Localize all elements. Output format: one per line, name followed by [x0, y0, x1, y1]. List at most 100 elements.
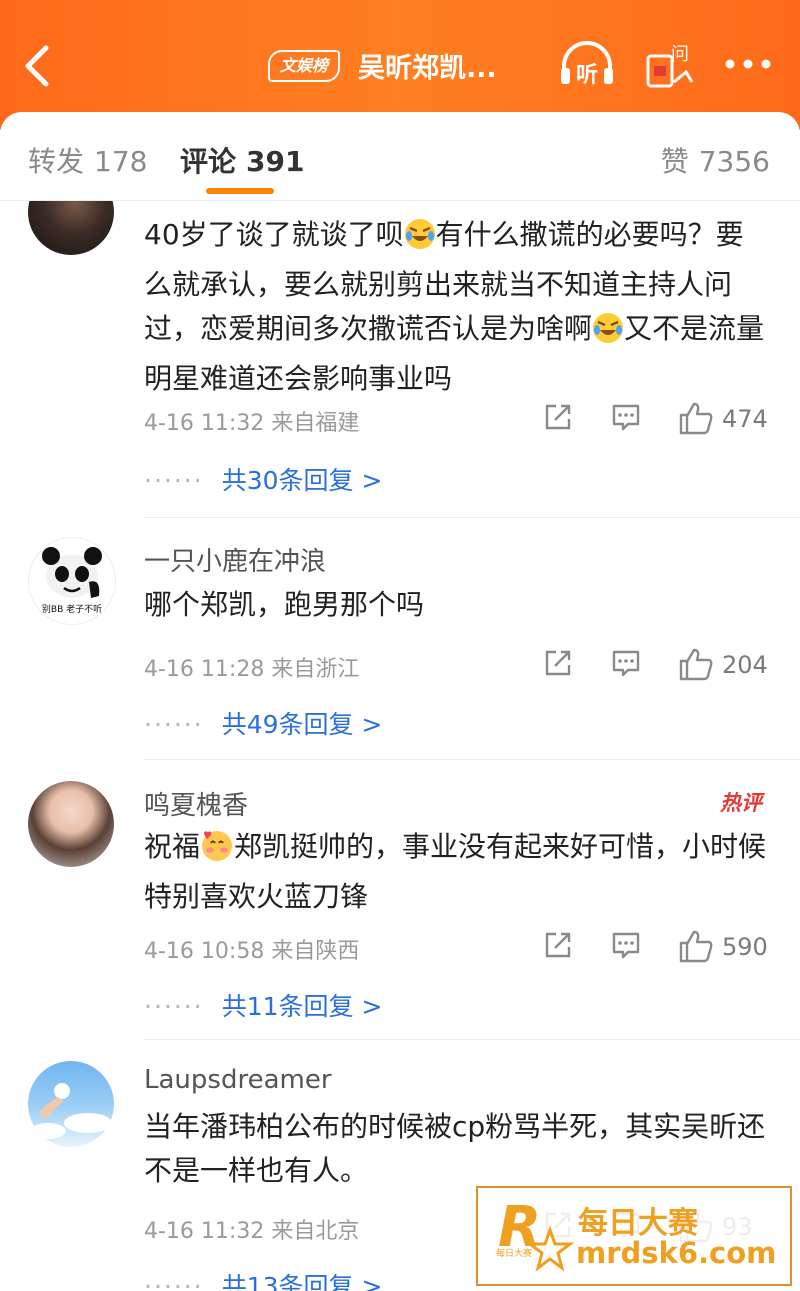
page-title: 吴昕郑凯... [358, 53, 497, 84]
avatar[interactable] [28, 781, 114, 867]
tab-like-label: 赞 [660, 145, 689, 178]
sky-hand-avatar-icon [30, 1083, 112, 1139]
like-count: 590 [722, 933, 768, 961]
view-replies-link[interactable]: ······ 共49条回复 > [144, 705, 382, 741]
avatar[interactable]: 别BB 老子不听 [28, 537, 116, 625]
comment-icon [612, 650, 640, 677]
username[interactable]: 鸣夏槐香 [144, 785, 248, 822]
view-replies-link[interactable]: ······ 共30条回复 > [144, 461, 382, 497]
tab-like[interactable]: 赞 7356 [661, 140, 770, 180]
watermark-overlay: R 每日大赛 每日大赛 mrdsk6.com [476, 1186, 792, 1286]
comment-time: 4-16 11:32 [144, 411, 265, 436]
divider [144, 759, 800, 760]
divider [144, 1039, 800, 1040]
comment-item: 别BB 老子不听 一只小鹿在冲浪 哪个郑凯，跑男那个吗 4-16 11:28 来… [0, 519, 800, 761]
view-replies-link[interactable]: ······ 共11条回复 > [144, 987, 382, 1023]
tab-comment-count: 391 [246, 145, 305, 178]
comment-location: 来自福建 [271, 411, 360, 436]
active-tab-indicator [206, 188, 274, 194]
comment-meta: 4-16 10:58 来自陕西 [144, 933, 359, 965]
replies-text: 共49条回复 > [221, 710, 383, 739]
tab-forward-count: 178 [94, 145, 148, 178]
share-icon [545, 932, 571, 958]
comment-meta: 4-16 11:28 来自浙江 [144, 651, 359, 683]
comment-icon [612, 404, 640, 431]
comment-item: 鸣夏槐香 热评 祝福 郑凯挺帅的，事业没有起来好可惜，小时候特别喜欢火蓝刀锋 4-… [0, 761, 800, 1041]
ask-label: 问 [671, 44, 689, 65]
blush-heart-emoji-icon [200, 828, 234, 875]
comment-text: 哪个郑凯，跑男那个吗 [144, 588, 425, 621]
comment-meta: 4-16 11:32 来自北京 [144, 1213, 359, 1245]
watermark-logo-caption: 每日大赛 [496, 1249, 533, 1259]
reply-dots: ······ [144, 1272, 204, 1291]
like-button[interactable]: 204 [678, 647, 768, 685]
reply-dots: ······ [144, 992, 204, 1021]
reply-button[interactable] [610, 929, 642, 965]
entertainment-rank-badge[interactable]: 文娱榜 [268, 50, 341, 82]
laugh-cry-emoji-icon [404, 218, 436, 263]
tab-forward[interactable]: 转发 178 [28, 140, 147, 180]
comment-actions: 474 [542, 401, 772, 437]
reply-dots: ······ [144, 466, 204, 495]
thumbs-up-icon [679, 930, 713, 963]
share-icon [545, 650, 571, 676]
listen-label: 听 [576, 63, 598, 88]
username[interactable]: 一只小鹿在冲浪 [144, 541, 326, 578]
tab-comment[interactable]: 评论 391 [180, 140, 304, 180]
thumbs-up-icon [679, 648, 713, 681]
panda-meme-avatar-icon: 别BB 老子不听 [42, 547, 102, 615]
comment-list: 40岁了谈了就谈了呗 有什么撒谎的必要吗？要么就承认，要么就别剪出来就当不知道主持… [0, 201, 800, 1291]
like-button[interactable]: 590 [678, 929, 768, 967]
back-button[interactable] [18, 42, 58, 90]
like-count: 204 [722, 651, 768, 679]
comment-time: 4-16 11:32 [144, 1219, 265, 1244]
tab-forward-label: 转发 [28, 145, 85, 178]
divider [144, 517, 800, 518]
comment-actions: 204 [542, 647, 772, 683]
tab-like-count: 7356 [698, 145, 770, 178]
watermark-url: mrdsk6.com [576, 1236, 777, 1270]
share-button[interactable] [542, 647, 574, 683]
reply-button[interactable] [610, 647, 642, 683]
listen-button[interactable]: 听 [558, 40, 616, 90]
comment-text: 当年潘玮柏公布的时候被cp粉骂半死，其实吴昕还不是一样也有人。 [144, 1110, 766, 1187]
comment-text-part: 祝福 [144, 830, 201, 863]
comment-time: 4-16 11:28 [144, 657, 265, 682]
r-star-logo-icon: R [498, 1195, 574, 1272]
comment-time: 4-16 10:58 [144, 939, 265, 964]
replies-text: 共11条回复 > [221, 992, 383, 1021]
username[interactable]: Laupsdreamer [144, 1065, 332, 1095]
share-icon [545, 404, 571, 430]
top-bar: 文娱榜 吴昕郑凯... 听 问 [0, 0, 800, 130]
ask-button[interactable]: 问 [644, 38, 694, 92]
view-replies-link[interactable]: ······ 共13条回复 > [144, 1267, 382, 1291]
comment-location: 来自浙江 [271, 657, 360, 682]
reply-dots: ······ [144, 710, 204, 739]
share-button[interactable] [542, 401, 574, 437]
like-count: 474 [722, 405, 768, 433]
avatar[interactable] [28, 201, 114, 255]
more-dots-icon [725, 59, 771, 69]
thumbs-up-icon [679, 402, 713, 435]
share-button[interactable] [542, 929, 574, 965]
comment-text-part: 40岁了谈了就谈了呗 [144, 218, 404, 251]
laugh-cry-emoji-icon [592, 312, 624, 357]
comment-item: 40岁了谈了就谈了呗 有什么撒谎的必要吗？要么就承认，要么就别剪出来就当不知道主持… [0, 201, 800, 519]
like-button[interactable]: 474 [678, 401, 768, 439]
comment-icon [612, 932, 640, 959]
ask-envelope-icon: 问 [646, 44, 694, 88]
reply-button[interactable] [610, 401, 642, 437]
comment-text: 祝福 郑凯挺帅的，事业没有起来好可惜，小时候特别喜欢火蓝刀锋 [144, 825, 770, 919]
more-button[interactable] [722, 46, 774, 82]
avatar-caption: 别BB 老子不听 [42, 603, 102, 615]
hot-comment-badge: 热评 [720, 791, 762, 815]
comment-location: 来自北京 [271, 1219, 360, 1244]
comment-text-part: 郑凯挺帅的，事业没有起来好可惜，小时候特别喜欢火蓝刀锋 [144, 830, 767, 913]
tab-comment-label: 评论 [180, 145, 237, 178]
replies-text: 共30条回复 > [221, 466, 383, 495]
comment-text: 40岁了谈了就谈了呗 有什么撒谎的必要吗？要么就承认，要么就别剪出来就当不知道主持… [144, 213, 770, 401]
avatar[interactable] [28, 1061, 114, 1147]
headphones-icon: 听 [561, 41, 613, 88]
comment-meta: 4-16 11:32 来自福建 [144, 405, 359, 437]
chevron-left-icon [25, 45, 49, 87]
